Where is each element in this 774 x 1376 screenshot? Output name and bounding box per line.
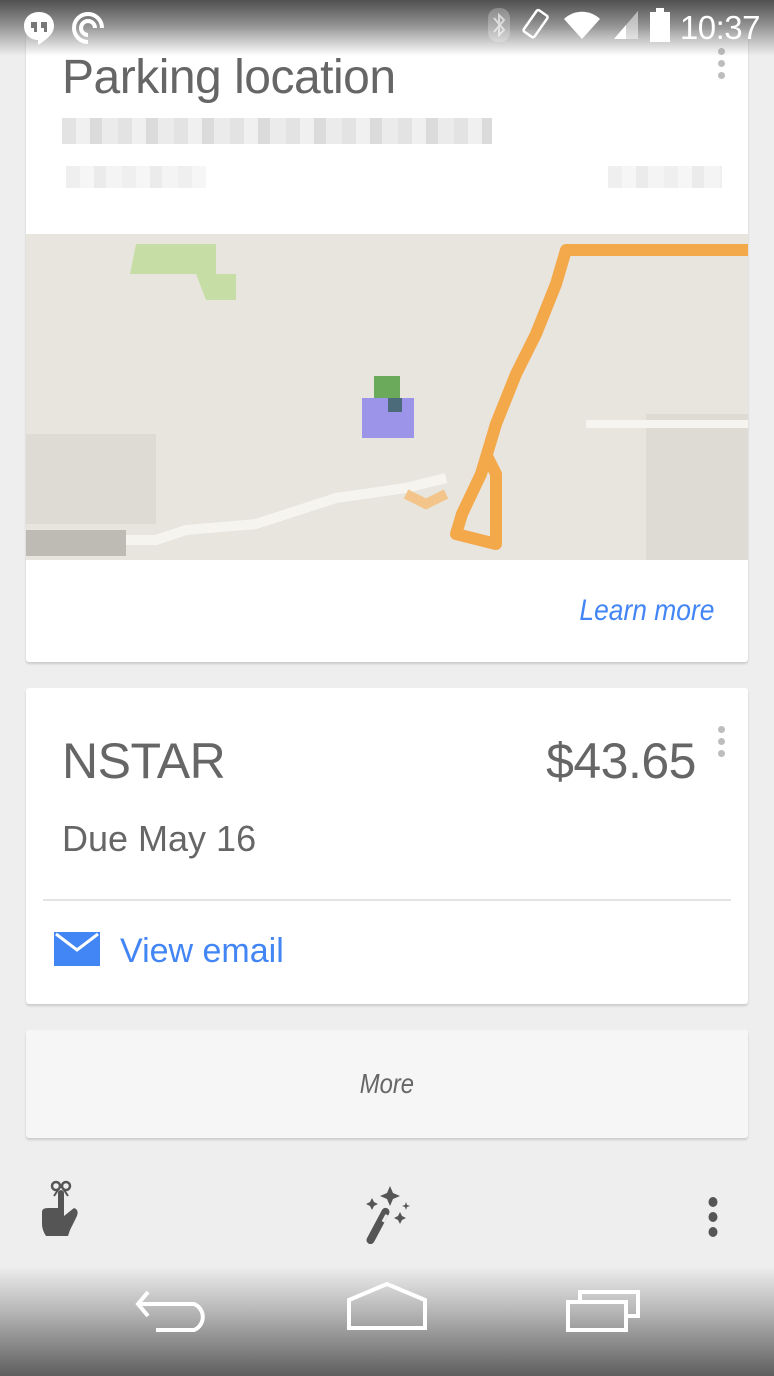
time-text-blurred bbox=[66, 166, 206, 188]
card-title: Parking location bbox=[62, 51, 396, 104]
map-marker-top bbox=[374, 376, 400, 398]
bill-due-date: Due May 16 bbox=[62, 818, 257, 859]
overflow-menu-icon bbox=[706, 1197, 720, 1244]
bill-card[interactable]: NSTAR $43.65 Due May 16 View email bbox=[26, 688, 748, 1004]
card-overflow-menu-icon[interactable] bbox=[718, 726, 726, 757]
customize-button[interactable] bbox=[362, 1182, 414, 1249]
bottom-toolbar bbox=[0, 1180, 774, 1260]
pocket-casts-icon bbox=[70, 10, 106, 51]
parking-map[interactable] bbox=[26, 234, 748, 560]
battery-icon bbox=[649, 8, 670, 47]
more-button[interactable]: More bbox=[26, 1030, 748, 1138]
address-text-blurred bbox=[62, 118, 492, 144]
email-icon bbox=[54, 932, 100, 971]
reminder-button[interactable] bbox=[40, 1180, 82, 1245]
divider bbox=[43, 899, 731, 901]
recents-icon bbox=[564, 1290, 644, 1336]
reminder-icon bbox=[40, 1180, 82, 1244]
distance-text-blurred bbox=[608, 166, 722, 188]
bill-amount: $43.65 bbox=[546, 733, 696, 789]
map-block bbox=[26, 434, 156, 524]
map-marker-center bbox=[388, 398, 402, 412]
magic-wand-icon bbox=[362, 1186, 414, 1248]
bill-payee: NSTAR bbox=[62, 733, 226, 789]
clock: 10:37 bbox=[679, 8, 761, 46]
wifi-icon bbox=[562, 9, 602, 46]
status-bar: 10:37 bbox=[0, 0, 774, 56]
more-label: More bbox=[359, 1068, 415, 1099]
hangouts-icon bbox=[22, 10, 56, 51]
back-button[interactable] bbox=[134, 1290, 210, 1339]
recents-button[interactable] bbox=[564, 1288, 644, 1337]
navigation-bar bbox=[0, 1266, 774, 1376]
map-block bbox=[646, 414, 748, 560]
screen-rotation-icon bbox=[520, 8, 552, 47]
learn-more-link[interactable]: Learn more bbox=[579, 594, 714, 628]
bluetooth-icon bbox=[487, 8, 510, 47]
home-button[interactable] bbox=[346, 1281, 428, 1335]
toolbar-overflow-menu-button[interactable] bbox=[706, 1196, 720, 1245]
view-email-button[interactable]: View email bbox=[54, 932, 284, 971]
map-block bbox=[26, 530, 126, 556]
cell-signal-icon bbox=[612, 9, 640, 46]
view-email-label: View email bbox=[120, 932, 284, 970]
home-icon bbox=[346, 1281, 428, 1334]
back-icon bbox=[134, 1290, 210, 1338]
parking-location-card[interactable]: Parking location Learn more bbox=[26, 30, 748, 662]
